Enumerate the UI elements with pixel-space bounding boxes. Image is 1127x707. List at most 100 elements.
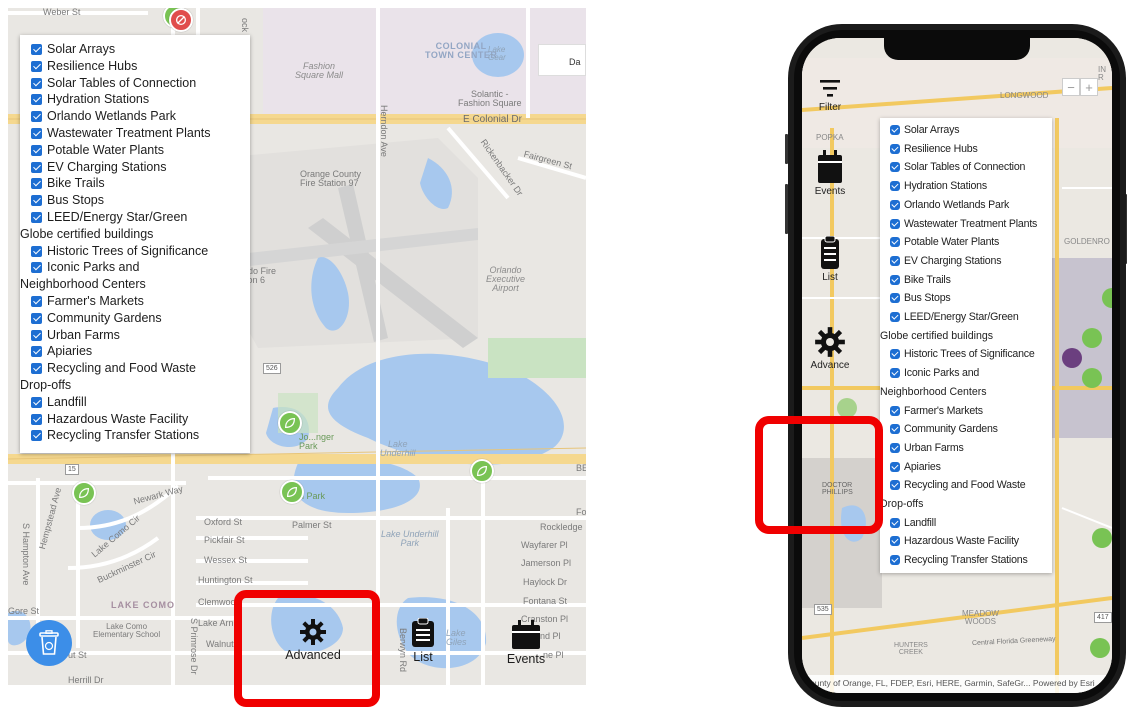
checkbox-checked-icon[interactable] [890, 555, 900, 566]
checkbox-checked-icon[interactable] [31, 77, 42, 89]
checkbox-checked-icon[interactable] [31, 329, 42, 341]
checkbox-checked-icon[interactable] [890, 162, 900, 173]
checkbox-checked-icon[interactable] [890, 255, 900, 266]
left_map-layer-row[interactable]: Recycling and Food Waste Drop-offs [20, 360, 244, 394]
map-pin-red[interactable] [169, 8, 193, 32]
phone-layer-row[interactable]: Potable Water Plants [890, 233, 1049, 252]
phone-events-button[interactable]: Events [802, 150, 858, 197]
phone-layer-row[interactable]: Orlando Wetlands Park [890, 196, 1049, 215]
checkbox-checked-icon[interactable] [890, 424, 900, 435]
left_map-layer-row[interactable]: Recycling Transfer Stations [31, 427, 244, 444]
left_map-layer-row[interactable]: Farmer's Markets [31, 293, 244, 310]
map-pin-green[interactable] [280, 480, 304, 504]
left_map-layer-row[interactable]: Hazardous Waste Facility [31, 411, 244, 428]
phone-layer-row[interactable]: Urban Farms [890, 439, 1049, 458]
phone-layer-row[interactable]: Resilience Hubs [890, 140, 1049, 159]
left_map-layer-row[interactable]: Wastewater Treatment Plants [31, 125, 244, 142]
checkbox-checked-icon[interactable] [31, 430, 42, 442]
phone-layer-row[interactable]: Hazardous Waste Facility [890, 532, 1049, 551]
checkbox-checked-icon[interactable] [890, 274, 900, 285]
checkbox-checked-icon[interactable] [31, 44, 42, 55]
recycle-button[interactable] [26, 620, 72, 666]
left_map-layer-row[interactable]: Bus Stops [31, 192, 244, 209]
phone-layer-row[interactable]: Solar Tables of Connection [890, 158, 1049, 177]
checkbox-checked-icon[interactable] [890, 405, 900, 416]
checkbox-checked-icon[interactable] [31, 245, 42, 257]
checkbox-checked-icon[interactable] [31, 413, 42, 425]
checkbox-checked-icon[interactable] [31, 60, 42, 72]
checkbox-checked-icon[interactable] [31, 111, 42, 123]
phone-list-button[interactable]: List [802, 236, 858, 283]
checkbox-checked-icon[interactable] [890, 442, 900, 453]
checkbox-checked-icon[interactable] [31, 396, 42, 408]
phone-layer-row[interactable]: Community Gardens [890, 420, 1049, 439]
phone-screen[interactable]: LONGWOOD POPKA GOLDENRO IN R DOCTOR PHIL… [802, 38, 1112, 693]
checkbox-checked-icon[interactable] [31, 262, 42, 274]
phone-layer-row[interactable]: Wastewater Treatment Plants [890, 215, 1049, 234]
zoom-in-button[interactable]: + [1080, 78, 1098, 96]
checkbox-checked-icon[interactable] [890, 181, 900, 192]
checkbox-checked-icon[interactable] [31, 178, 42, 190]
phone-layer-row[interactable]: Historic Trees of Significance [890, 345, 1049, 364]
checkbox-checked-icon[interactable] [890, 368, 900, 379]
checkbox-checked-icon[interactable] [31, 312, 42, 324]
checkbox-checked-icon[interactable] [890, 293, 900, 304]
checkbox-checked-icon[interactable] [890, 143, 900, 154]
checkbox-checked-icon[interactable] [31, 295, 42, 307]
phone-layer-row[interactable]: LEED/Energy Star/Green Globe certified bu… [880, 308, 1049, 345]
checkbox-checked-icon[interactable] [890, 461, 900, 472]
checkbox-checked-icon[interactable] [31, 195, 42, 207]
left_map-layer-row[interactable]: Bike Trails [31, 175, 244, 192]
checkbox-checked-icon[interactable] [890, 536, 900, 547]
left_map-layer-row[interactable]: Landfill [31, 394, 244, 411]
checkbox-checked-icon[interactable] [890, 349, 900, 360]
checkbox-checked-icon[interactable] [31, 346, 42, 358]
left_map-layer-row[interactable]: Community Gardens [31, 310, 244, 327]
left_map-layer-row[interactable]: Solar Arrays [31, 41, 244, 58]
left_map-layer-row[interactable]: Hydration Stations [31, 91, 244, 108]
list-button[interactable]: List [403, 618, 443, 664]
phone-layer-row[interactable]: Bus Stops [890, 289, 1049, 308]
left_map-layer-row[interactable]: Iconic Parks and Neighborhood Centers [20, 259, 244, 293]
checkbox-checked-icon[interactable] [890, 312, 900, 323]
filter-button[interactable]: Filter [802, 78, 858, 113]
checkbox-checked-icon[interactable] [890, 237, 900, 248]
left_map-layer-row[interactable]: Urban Farms [31, 327, 244, 344]
left_map-layer-row[interactable]: Historic Trees of Significance [31, 243, 244, 260]
checkbox-checked-icon[interactable] [31, 144, 42, 156]
phone-layer-row[interactable]: Recycling and Food Waste Drop-offs [880, 476, 1049, 513]
checkbox-checked-icon[interactable] [890, 218, 900, 229]
left_map-layer-row[interactable]: EV Charging Stations [31, 159, 244, 176]
phone-layer-row[interactable]: Recycling Transfer Stations [890, 551, 1049, 570]
phone-layer-row[interactable]: Apiaries [890, 458, 1049, 477]
checkbox-checked-icon[interactable] [890, 480, 900, 491]
phone-layer-row[interactable]: Landfill [890, 514, 1049, 533]
left_map-layer-row[interactable]: Orlando Wetlands Park [31, 108, 244, 125]
desktop-map[interactable]: Weber St ock Rd COLONIAL TOWN CENTER Lak… [8, 8, 586, 685]
checkbox-checked-icon[interactable] [31, 127, 42, 139]
phone-layer-row[interactable]: Bike Trails [890, 271, 1049, 290]
checkbox-checked-icon[interactable] [31, 363, 42, 375]
map-pin-green[interactable] [72, 481, 96, 505]
map-pin-green[interactable] [278, 411, 302, 435]
events-button[interactable]: Events [501, 620, 551, 666]
checkbox-checked-icon[interactable] [31, 94, 42, 106]
phone-layer-row[interactable]: Farmer's Markets [890, 402, 1049, 421]
checkbox-checked-icon[interactable] [890, 125, 900, 135]
phone-advanced-button[interactable]: Advance [802, 326, 858, 371]
phone-layer-row[interactable]: Iconic Parks and Neighborhood Centers [880, 364, 1049, 401]
left_map-layer-row[interactable]: Resilience Hubs [31, 58, 244, 75]
checkbox-checked-icon[interactable] [31, 161, 42, 173]
left_map-layer-row[interactable]: LEED/Energy Star/Green Globe certified bu… [20, 209, 244, 243]
checkbox-checked-icon[interactable] [890, 199, 900, 210]
checkbox-checked-icon[interactable] [890, 517, 900, 528]
phone-layer-row[interactable]: Hydration Stations [890, 177, 1049, 196]
left_map-layer-row[interactable]: Apiaries [31, 343, 244, 360]
map-pin-green[interactable] [470, 459, 494, 483]
zoom-out-button[interactable]: − [1062, 78, 1080, 96]
checkbox-checked-icon[interactable] [31, 211, 42, 223]
left_map-layer-row[interactable]: Potable Water Plants [31, 142, 244, 159]
phone-layer-row[interactable]: EV Charging Stations [890, 252, 1049, 271]
phone-layer-row[interactable]: Solar Arrays [890, 121, 1049, 140]
left_map-layer-row[interactable]: Solar Tables of Connection [31, 75, 244, 92]
